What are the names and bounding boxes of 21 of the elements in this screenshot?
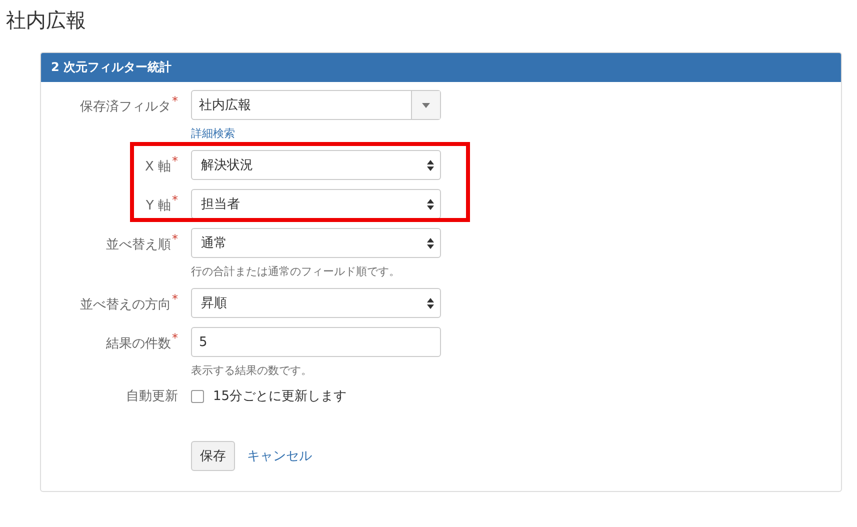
select-field[interactable]: 昇順 <box>191 288 441 318</box>
cancel-link[interactable]: キャンセル <box>247 447 312 465</box>
help-text: 表示する結果の数です。 <box>191 363 313 378</box>
select-field[interactable]: 解決状況 <box>191 150 441 180</box>
select-field[interactable]: 担当者 <box>191 189 441 219</box>
page-title: 社内広報 <box>6 7 87 34</box>
filter-combo[interactable]: 社内広報 <box>191 90 441 120</box>
panel-header: 2 次元フィルター統計 <box>41 53 841 82</box>
advanced-search-link[interactable]: 詳細検索 <box>191 126 441 141</box>
save-button[interactable]: 保存 <box>191 441 235 471</box>
updown-icon <box>427 160 434 170</box>
caret-icon <box>422 102 430 108</box>
updown-icon <box>427 298 434 308</box>
field-label: 自動更新 <box>125 388 178 405</box>
checkbox-label: 15分ごとに更新します <box>213 388 347 405</box>
checkbox[interactable] <box>191 390 204 402</box>
input-field[interactable]: 5 <box>191 327 441 357</box>
help-text: 行の合計または通常のフィールド順です。 <box>191 264 401 279</box>
updown-icon <box>427 238 434 248</box>
updown-icon <box>427 198 434 210</box>
select-field[interactable]: 通常 <box>191 228 441 258</box>
